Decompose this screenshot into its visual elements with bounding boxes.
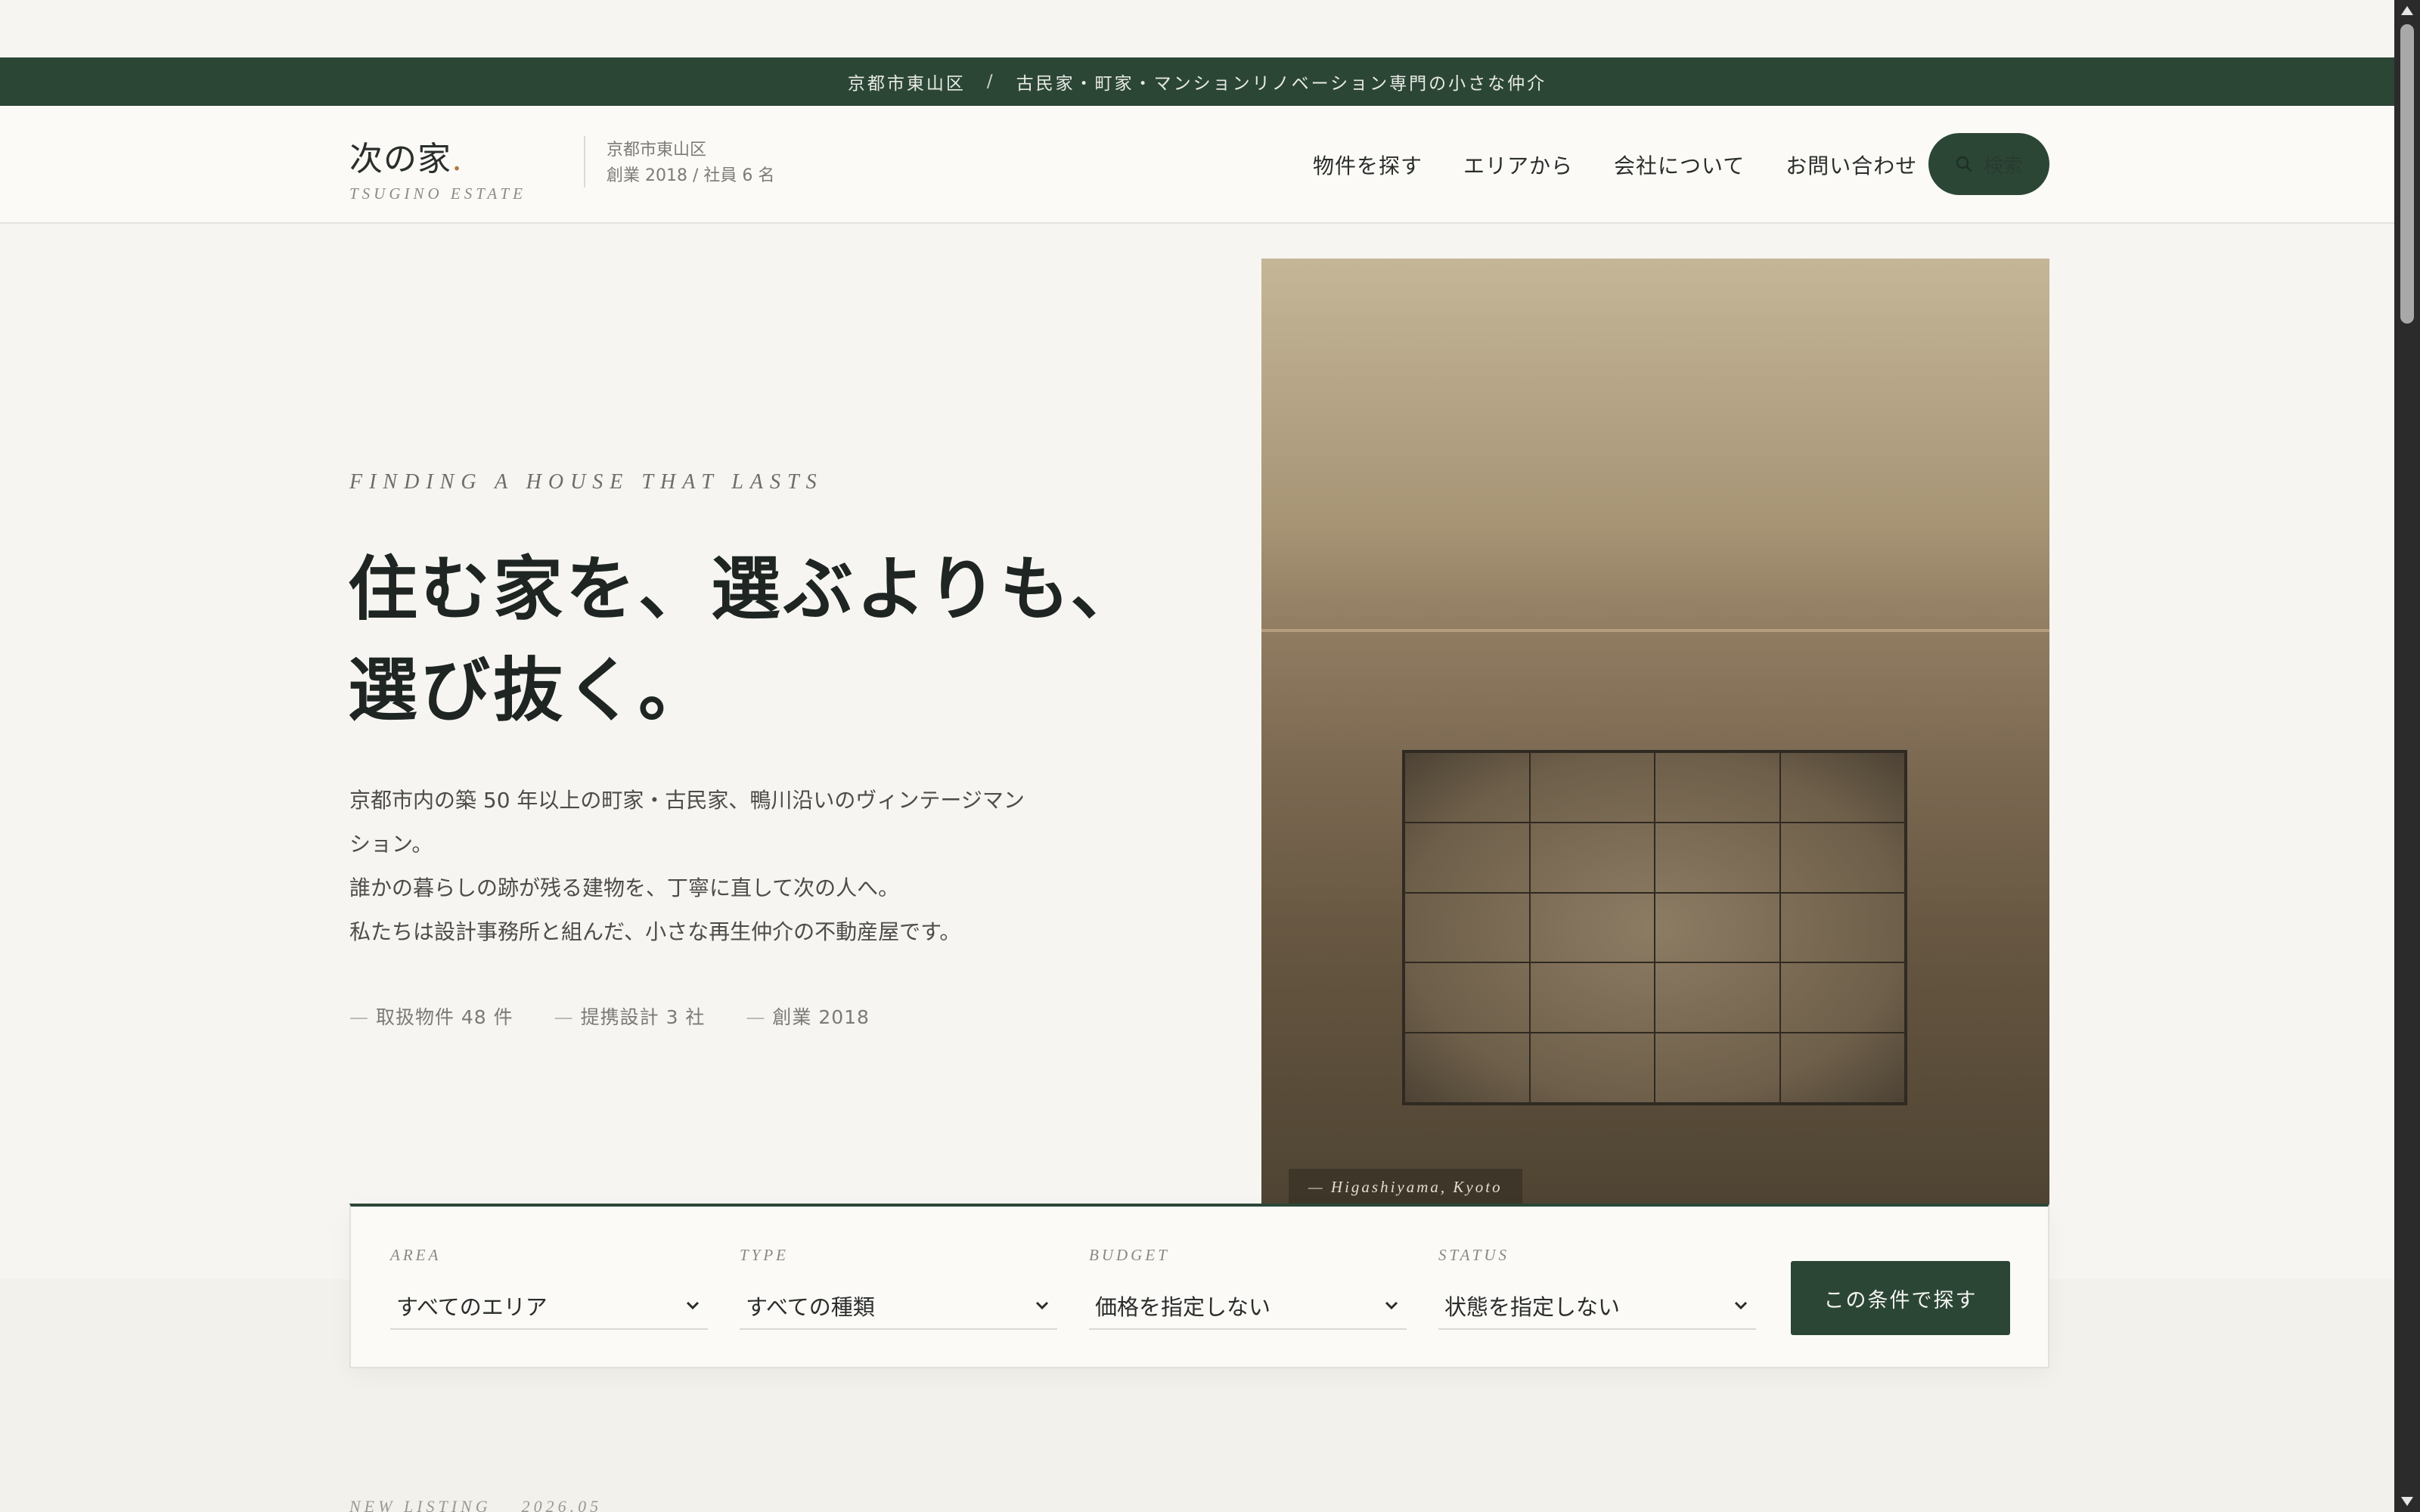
status-field: STATUS 状態を指定しない	[1438, 1246, 1756, 1330]
budget-select[interactable]: 価格を指定しない	[1089, 1283, 1407, 1330]
type-select-value: すべての種類	[746, 1294, 875, 1320]
nav-item-about[interactable]: 会社について	[1614, 150, 1745, 180]
hero-body-line: ション。	[349, 832, 433, 857]
status-select[interactable]: 状態を指定しない	[1438, 1283, 1756, 1330]
hero-title-line-2: 選び抜く。	[348, 649, 712, 731]
hero-image-ledge	[1261, 629, 2049, 632]
nav-item-find-property[interactable]: 物件を探す	[1313, 150, 1423, 180]
scroll-up-arrow-icon[interactable]	[2401, 6, 2413, 15]
hero-image: — Higashiyama, Kyoto	[1261, 259, 2049, 1205]
logo-subtitle: TSUGINO ESTATE	[349, 184, 526, 203]
announcement-bar: 京都市東山区 / 古民家・町家・マンションリノベーション専門の小さな仲介	[0, 57, 2394, 106]
budget-label: BUDGET	[1089, 1246, 1170, 1264]
chevron-down-icon	[686, 1301, 700, 1310]
hero-body-line: 私たちは設計事務所と組んだ、小さな再生仲介の不動産屋です。	[349, 919, 961, 944]
chevron-down-icon	[1734, 1301, 1748, 1310]
header-meta: 京都市東山区 創業 2018 / 社員 6 名	[607, 138, 774, 189]
area-select[interactable]: すべてのエリア	[390, 1283, 708, 1330]
logo-wordmark: 次の家.	[349, 132, 526, 180]
chevron-down-icon	[1035, 1301, 1049, 1310]
nav-item-by-area[interactable]: エリアから	[1463, 150, 1573, 180]
status-select-value: 状態を指定しない	[1444, 1294, 1621, 1320]
stat-partners: 提携設計 3 社	[554, 1002, 706, 1030]
announcement-tagline: 古民家・町家・マンションリノベーション専門の小さな仲介	[1016, 74, 1547, 94]
search-submit-button[interactable]: この条件で探す	[1791, 1261, 2010, 1335]
scrollbar-thumb[interactable]	[2400, 24, 2414, 324]
header-divider	[584, 136, 585, 187]
search-icon	[1956, 156, 1972, 172]
hero-image-caption: — Higashiyama, Kyoto	[1289, 1169, 1522, 1205]
page-scrollbar[interactable]	[2394, 0, 2420, 1512]
status-label: STATUS	[1438, 1246, 1510, 1264]
chevron-down-icon	[1385, 1301, 1398, 1310]
nav-item-contact[interactable]: お問い合わせ	[1786, 150, 1917, 180]
budget-select-value: 価格を指定しない	[1095, 1294, 1271, 1320]
hero-description: 京都市内の築 50 年以上の町家・古民家、鴨川沿いのヴィンテージマン ション。 …	[349, 779, 1060, 954]
hero-stats: 取扱物件 48 件 提携設計 3 社 創業 2018	[349, 1002, 911, 1030]
stat-listings: 取扱物件 48 件	[349, 1002, 513, 1030]
hero-title: 住む家を、選ぶよりも、 選び抜く。	[348, 538, 1143, 741]
hero-body-line: 誰かの暮らしの跡が残る建物を、丁寧に直して次の人へ。	[349, 875, 900, 900]
new-listing-label: NEW LISTING	[349, 1497, 492, 1512]
stat-founded: 創業 2018	[746, 1002, 870, 1030]
hero-body-line: 京都市内の築 50 年以上の町家・古民家、鴨川沿いのヴィンテージマン	[349, 788, 1025, 813]
budget-field: BUDGET 価格を指定しない	[1089, 1246, 1407, 1330]
type-label: TYPE	[740, 1246, 790, 1264]
type-select[interactable]: すべての種類	[740, 1283, 1057, 1330]
new-listing-date: 2026.05	[521, 1497, 603, 1512]
header-meta-info: 創業 2018 / 社員 6 名	[607, 166, 775, 185]
site-logo[interactable]: 次の家. TSUGINO ESTATE	[349, 132, 526, 203]
area-select-value: すべてのエリア	[396, 1294, 548, 1320]
announcement-separator: /	[986, 72, 995, 91]
area-label: AREA	[390, 1246, 442, 1264]
announcement-area: 京都市東山区	[847, 74, 966, 94]
logo-dot: .	[451, 140, 463, 178]
main-nav: 物件を探す エリアから 会社について お問い合わせ	[1313, 106, 1958, 224]
new-listing-heading: NEW LISTING 2026.05	[349, 1497, 602, 1512]
search-button-label: 検索	[1983, 154, 2023, 178]
property-search-panel: AREA すべてのエリア TYPE すべての種類 BUDGET 価格を指定しない…	[349, 1204, 2049, 1368]
hero-title-line-1: 住む家を、選ぶよりも、	[348, 548, 1143, 630]
area-field: AREA すべてのエリア	[390, 1246, 708, 1330]
logo-text: 次の家	[349, 140, 451, 178]
header-search-button[interactable]: 検索	[1928, 133, 2049, 195]
scroll-down-arrow-icon[interactable]	[2401, 1497, 2413, 1506]
site-header: 次の家. TSUGINO ESTATE 京都市東山区 創業 2018 / 社員 …	[0, 106, 2394, 224]
hero-eyebrow: FINDING A HOUSE THAT LASTS	[349, 470, 824, 494]
hero-image-window	[1402, 750, 1907, 1105]
type-field: TYPE すべての種類	[740, 1246, 1057, 1330]
header-meta-area: 京都市東山区	[607, 141, 707, 160]
